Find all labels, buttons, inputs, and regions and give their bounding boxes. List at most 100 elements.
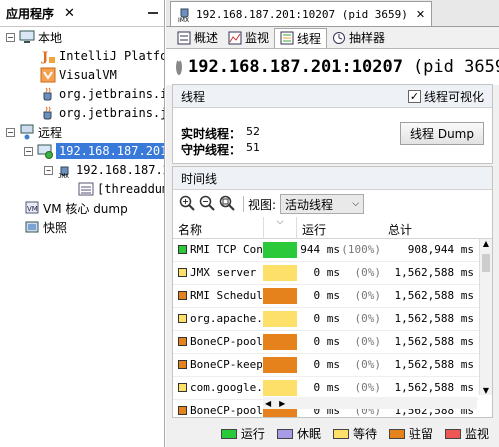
live-threads-label: 实时线程： <box>181 127 242 141</box>
legend-label: 休眠 <box>296 427 321 441</box>
legend-label: 运行 <box>240 427 265 441</box>
thread-state-legend: 运行 休眠 等待 驻留 监视 <box>166 420 499 447</box>
threads-section-title: 线程 <box>181 89 206 104</box>
document-tab[interactable]: JMX 192.168.187.201:10207 (pid 3659) ✕ <box>170 1 433 26</box>
column-header-running[interactable]: 运行 <box>302 221 326 238</box>
zoom-out-icon[interactable] <box>199 195 215 214</box>
thread-state-swatch <box>178 245 187 254</box>
thread-dump-icon <box>78 181 94 197</box>
tab-threads[interactable]: 线程 <box>274 27 328 48</box>
thread-state-swatch <box>178 291 187 300</box>
tab-label: 概述 <box>194 31 219 45</box>
tab-overview[interactable]: 概述 <box>172 28 223 48</box>
thread-name: RMI TCP Connection <box>178 243 262 256</box>
column-header-total[interactable]: 总计 <box>388 221 412 238</box>
running-ms: 0 ms <box>313 381 341 394</box>
column-header-name[interactable]: 名称 <box>178 221 202 238</box>
tree-node-vm-core-dump[interactable]: VM VM 核心 dump <box>24 198 128 218</box>
tab-sampler[interactable]: 抽样器 <box>327 28 390 48</box>
total-ms: 1,562,588 ms <box>394 381 474 394</box>
sort-indicator-icon[interactable]: ⌵ <box>263 217 297 239</box>
tree-node-snapshots[interactable]: 快照 <box>24 217 67 237</box>
legend-swatch <box>444 428 461 439</box>
scrollbar-thumb[interactable] <box>482 254 490 272</box>
thread-name-text: RMI TCP Connection <box>190 243 262 256</box>
tree-node-label: [threaddump <box>97 182 164 196</box>
scroll-left-icon[interactable]: ◀ <box>265 399 271 408</box>
tree-node-label: org.jetbrains.ide <box>59 87 164 101</box>
thread-state-swatch <box>178 337 187 346</box>
view-select[interactable]: 活动线程 ⌵ <box>280 194 365 214</box>
zoom-in-icon[interactable] <box>179 195 195 214</box>
computer-icon <box>19 29 35 45</box>
scroll-down-icon[interactable]: ▼ <box>480 386 492 395</box>
close-icon[interactable]: ✕ <box>64 6 75 21</box>
tree-node-label: org.jetbrains.jps <box>59 106 164 120</box>
table-row[interactable]: BoneCP-pool-watch 0 ms (0%) 1,562,588 ms <box>173 331 479 354</box>
table-row[interactable]: RMI TCP Connection 944 ms(100%) 908,944 ms <box>173 239 479 262</box>
horizontal-scrollbar[interactable]: ◀ ▶ <box>263 397 477 409</box>
total-ms: 908,944 ms <box>407 243 474 256</box>
tree-node-jetbrains-ide[interactable]: org.jetbrains.ide <box>40 84 164 104</box>
checkbox-checked-icon: ✓ <box>407 89 421 103</box>
thread-dump-button[interactable]: 线程 Dump <box>400 122 484 145</box>
applications-panel: 应用程序 ✕ − 本地 J IntelliJ Platform VisualVM <box>0 0 165 447</box>
collapse-toggle-icon[interactable]: − <box>24 146 33 156</box>
thread-name-text: BoneCP-pool-watch <box>190 335 262 348</box>
tree-node-jetbrains-jps[interactable]: org.jetbrains.jps <box>40 103 164 123</box>
vertical-scrollbar[interactable]: ▲ ▼ <box>479 239 492 395</box>
svg-text:JMX: JMX <box>58 173 69 178</box>
threads-table: 名称 ⌵ 运行 总计 RMI TCP Connection 944 ms(100%… <box>173 217 492 417</box>
timeline-section-header: 时间线 <box>173 167 492 190</box>
tree-node-visualvm[interactable]: VisualVM <box>40 65 117 85</box>
running-ms: 0 ms <box>313 289 341 302</box>
thread-state-swatch <box>178 360 187 369</box>
legend-item: 监视 <box>444 425 489 442</box>
tree-node-local[interactable]: − 本地 <box>6 27 62 47</box>
svg-text:JMX: JMX <box>177 17 189 22</box>
table-row[interactable]: JMX server connection 0 ms (0%) 1,562,588 m… <box>173 262 479 285</box>
tree-node-jmx-connection[interactable]: − JMX 192.168.187.20 <box>44 160 164 180</box>
tree-node-remote-host[interactable]: − 192.168.187.201 <box>24 141 164 161</box>
collapse-toggle-icon[interactable]: − <box>6 32 15 42</box>
running-percent: (0%) <box>354 266 382 279</box>
timeline-toolbar: 视图: 活动线程 ⌵ <box>179 192 365 216</box>
zoom-fit-icon[interactable] <box>219 195 235 214</box>
legend-item: 等待 <box>332 425 377 442</box>
tree-node-label: 192.168.187.20 <box>76 163 164 177</box>
tree-node-label: 192.168.187.201 <box>56 143 164 159</box>
page-title: 192.168.187.201:10207 (pid 3659) <box>166 49 499 85</box>
tree-node-threaddump[interactable]: [threaddump <box>78 179 164 199</box>
minimize-icon[interactable] <box>148 12 158 14</box>
close-icon[interactable]: ✕ <box>416 8 425 21</box>
checkbox-label: 线程可视化 <box>423 89 484 104</box>
scroll-up-icon[interactable]: ▲ <box>480 239 492 251</box>
tab-label: 抽样器 <box>349 31 386 45</box>
total-ms: 1,562,588 ms <box>394 312 474 325</box>
tree-node-label: 远程 <box>38 125 63 140</box>
table-row[interactable]: BoneCP-keep-alive 0 ms (0%) 1,562,588 ms <box>173 354 479 377</box>
threads-section-header: 线程 ✓ 线程可视化 <box>173 85 492 108</box>
tab-monitor[interactable]: 监视 <box>223 28 274 48</box>
view-select-value: 活动线程 <box>285 197 334 212</box>
tree-node-remote[interactable]: − 远程 <box>6 122 62 142</box>
thread-name: BoneCP-keep-alive <box>178 358 262 371</box>
thread-timeline-bar <box>263 265 297 281</box>
table-row[interactable]: RMI Scheduler 0 ms (0%) 1,562,588 ms <box>173 285 479 308</box>
table-row[interactable]: org.apache.log 0 ms (0%) 1,562,588 ms <box>173 308 479 331</box>
running-ms: 0 ms <box>313 358 341 371</box>
jmx-icon: JMX <box>177 6 193 24</box>
tree-node-intellij-platform[interactable]: J IntelliJ Platform <box>40 46 164 66</box>
collapse-toggle-icon[interactable]: − <box>6 127 15 137</box>
thread-timeline-bar <box>263 334 297 350</box>
total-ms: 1,562,588 ms <box>394 358 474 371</box>
thread-state-swatch <box>178 268 187 277</box>
daemon-threads-label: 守护线程： <box>181 143 242 157</box>
scroll-right-icon[interactable]: ▶ <box>279 399 285 408</box>
thread-visualization-checkbox[interactable]: ✓ 线程可视化 <box>407 88 484 105</box>
legend-item: 驻留 <box>388 425 433 442</box>
tree-node-label: IntelliJ Platform <box>59 49 164 63</box>
legend-swatch <box>276 428 293 439</box>
threads-section: 线程 ✓ 线程可视化 实时线程： 52 守护线程： 51 线程 Dump <box>172 84 493 164</box>
collapse-toggle-icon[interactable]: − <box>44 165 53 175</box>
